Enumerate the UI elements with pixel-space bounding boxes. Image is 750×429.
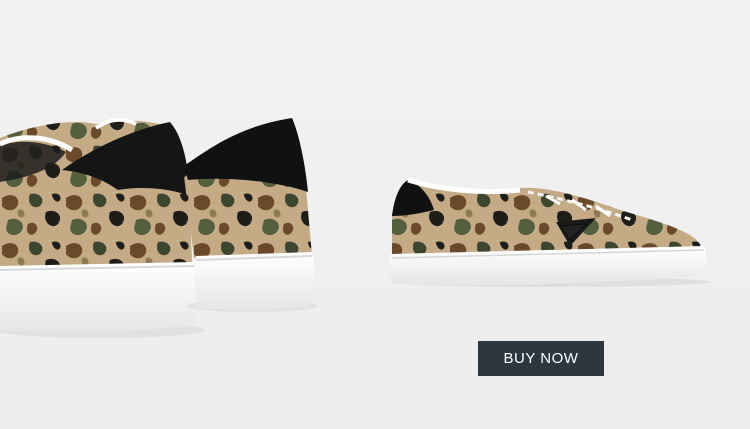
- right-shoe-heel-view: [184, 118, 318, 312]
- camo-sneaker-pair-icon: [0, 117, 710, 338]
- buy-now-button[interactable]: BUY NOW: [478, 341, 604, 376]
- side-view-shoe: [388, 177, 710, 287]
- left-shoe-heel-view: [0, 117, 205, 338]
- product-banner: BUY NOW: [0, 0, 750, 429]
